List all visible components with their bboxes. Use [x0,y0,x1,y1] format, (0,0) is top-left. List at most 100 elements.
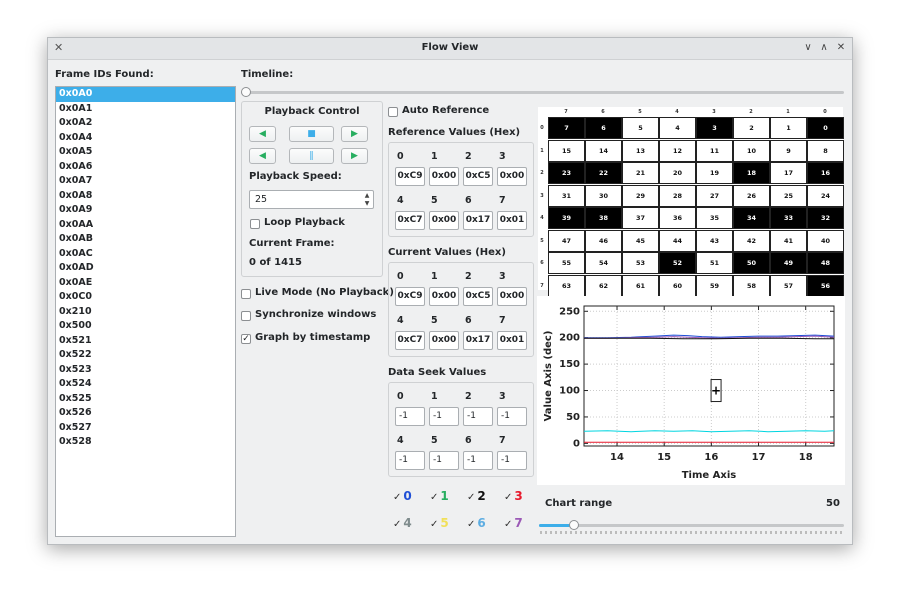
data-seek-input[interactable]: -1 [395,451,425,470]
graph-by-timestamp-label[interactable]: Graph by timestamp [255,332,370,343]
bit-cell[interactable]: 31 [548,184,585,207]
bit-cell[interactable]: 2 [733,117,770,139]
frame-id-list-item[interactable]: 0x0C0 [56,290,235,305]
data-seek-input[interactable]: -1 [463,407,493,426]
data-seek-input[interactable]: -1 [497,407,527,426]
frame-id-list-item[interactable]: 0x0A1 [56,102,235,117]
graph-series-checkbox-7[interactable]: ✓ 7 [504,516,523,530]
bit-cell[interactable]: 10 [733,139,770,162]
bit-cell[interactable]: 46 [585,229,622,252]
bit-cell[interactable]: 63 [548,274,585,297]
bit-cell[interactable]: 16 [807,162,844,184]
loop-playback-label[interactable]: Loop Playback [264,217,345,228]
bit-cell[interactable]: 62 [585,274,622,297]
bit-cell[interactable]: 61 [622,274,659,297]
graph-by-timestamp-checkbox[interactable]: ✓ [241,334,251,344]
frame-id-list-item[interactable]: 0x527 [56,421,235,436]
live-mode-label[interactable]: Live Mode (No Playback) [255,287,394,298]
frame-id-list-item[interactable]: 0x500 [56,319,235,334]
bit-cell[interactable]: 44 [659,229,696,252]
graph-series-checkbox-1[interactable]: ✓ 1 [430,489,449,503]
graph-series-checkbox-0[interactable]: ✓ 0 [393,489,412,503]
bit-cell[interactable]: 55 [548,252,585,274]
frame-id-list-item[interactable]: 0x0A6 [56,160,235,175]
bit-cell[interactable]: 28 [659,184,696,207]
graph-series-checkbox-6[interactable]: ✓ 6 [467,516,486,530]
bit-cell[interactable]: 0 [807,117,844,139]
bit-cell[interactable]: 9 [770,139,807,162]
bit-cell[interactable]: 32 [807,207,844,229]
auto-reference-label[interactable]: Auto Reference [402,105,489,116]
bit-cell[interactable]: 22 [585,162,622,184]
bit-cell[interactable]: 14 [585,139,622,162]
bit-cell[interactable]: 52 [659,252,696,274]
bit-cell[interactable]: 38 [585,207,622,229]
bit-cell[interactable]: 54 [585,252,622,274]
bit-cell[interactable]: 39 [548,207,585,229]
minimize-button[interactable]: ∨ [802,42,814,54]
frame-id-list-item[interactable]: 0x524 [56,377,235,392]
bit-cell[interactable]: 35 [696,207,733,229]
bit-cell[interactable]: 42 [733,229,770,252]
bit-cell[interactable]: 43 [696,229,733,252]
spin-down-icon[interactable]: ▼ [363,200,371,207]
close-button[interactable]: ✕ [835,42,847,54]
bit-cell[interactable]: 56 [807,274,844,297]
bit-cell[interactable]: 3 [696,117,733,139]
bit-cell[interactable]: 36 [659,207,696,229]
bit-cell[interactable]: 53 [622,252,659,274]
bit-cell[interactable]: 45 [622,229,659,252]
spin-up-icon[interactable]: ▲ [363,192,371,199]
pause-button[interactable]: ‖ [289,148,334,164]
frame-id-list-item[interactable]: 0x528 [56,435,235,450]
bit-cell[interactable]: 25 [770,184,807,207]
chart-range-slider-track[interactable] [539,524,844,527]
frame-id-list-item[interactable]: 0x0AD [56,261,235,276]
frame-id-list-item[interactable]: 0x0AB [56,232,235,247]
bit-cell[interactable]: 51 [696,252,733,274]
bit-cell[interactable]: 20 [659,162,696,184]
bit-grid[interactable]: 7 6 5 4 3 2 1 0 0 7 6 5 4 3 2 1 0 1 15 14 13 12 11 10 9 8 2 23 22 21 2… [538,107,844,297]
frame-id-list-item[interactable]: 0x0A9 [56,203,235,218]
rewind-button[interactable]: ◀ [249,126,276,142]
live-mode-checkbox[interactable] [241,289,251,299]
loop-playback-checkbox[interactable] [250,219,260,229]
graph-series-checkbox-2[interactable]: ✓ 2 [467,489,486,503]
bit-cell[interactable]: 59 [696,274,733,297]
auto-reference-checkbox[interactable] [388,107,398,117]
frame-id-list-item[interactable]: 0x0A8 [56,189,235,204]
timeline-slider-handle[interactable] [241,87,251,97]
data-seek-input[interactable]: -1 [395,407,425,426]
bit-cell[interactable]: 58 [733,274,770,297]
bit-cell[interactable]: 5 [622,117,659,139]
bit-cell[interactable]: 7 [548,117,585,139]
chart-range-slider-handle[interactable] [568,520,579,530]
data-seek-input[interactable]: -1 [429,407,459,426]
frame-id-list-item[interactable]: 0x0A4 [56,131,235,146]
bit-cell[interactable]: 18 [733,162,770,184]
bit-cell[interactable]: 8 [807,139,844,162]
frame-id-list-item[interactable]: 0x526 [56,406,235,421]
bit-cell[interactable]: 13 [622,139,659,162]
bit-cell[interactable]: 30 [585,184,622,207]
graph-series-checkbox-3[interactable]: ✓ 3 [504,489,523,503]
chart-svg[interactable]: 14 15 16 17 18 0 50 100 150 200 250 Time Axis Value … [537,296,845,485]
frame-id-list-item[interactable]: 0x0A7 [56,174,235,189]
synchronize-windows-label[interactable]: Synchronize windows [255,309,376,320]
frame-id-list-item[interactable]: 0x525 [56,392,235,407]
bit-cell[interactable]: 4 [659,117,696,139]
frame-id-list-item[interactable]: 0x0AC [56,247,235,262]
data-seek-input[interactable]: -1 [463,451,493,470]
bit-cell[interactable]: 33 [770,207,807,229]
graph-series-checkbox-5[interactable]: ✓ 5 [430,516,449,530]
bit-cell[interactable]: 57 [770,274,807,297]
bit-cell[interactable]: 27 [696,184,733,207]
bit-cell[interactable]: 26 [733,184,770,207]
data-seek-input[interactable]: -1 [497,451,527,470]
bit-cell[interactable]: 23 [548,162,585,184]
bit-cell[interactable]: 1 [770,117,807,139]
graph-series-checkbox-4[interactable]: ✓ 4 [393,516,412,530]
bit-cell[interactable]: 6 [585,117,622,139]
bit-cell[interactable]: 15 [548,139,585,162]
title-bar[interactable]: ✕ Flow View ∨ ∧ ✕ [48,38,852,60]
